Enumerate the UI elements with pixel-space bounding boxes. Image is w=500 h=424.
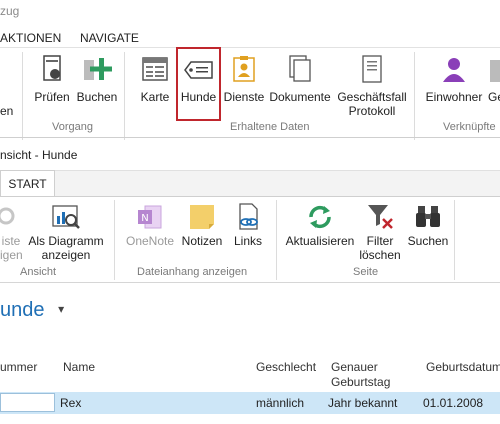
link-document-icon [228, 202, 268, 232]
menu-navigate[interactable]: NAVIGATE [80, 31, 139, 45]
disabled-cut-label-1: iste [1, 234, 21, 248]
tab-start-label: START [8, 177, 47, 191]
group-dateianhang: Dateianhang anzeigen [137, 266, 248, 278]
magnifier-disabled-icon [0, 202, 22, 232]
plus-icon [76, 54, 118, 84]
filter-loeschen-button[interactable]: Filter löschen [358, 202, 402, 262]
als-diagramm-label-2: anzeigen [41, 248, 91, 262]
tag-icon [178, 54, 219, 84]
onenote-icon: N [124, 202, 176, 232]
group-seite: Seite [353, 266, 379, 278]
buchen-button[interactable]: Buchen [76, 54, 118, 104]
notebook-icon [336, 54, 408, 84]
hunde-button[interactable]: Hunde [178, 54, 219, 104]
header-genauer-line2: Geburtstag [331, 375, 391, 389]
card-icon [137, 54, 173, 84]
geschaeftsfall-label-1: Geschäftsfall [337, 90, 407, 104]
person-icon [424, 54, 484, 84]
header-nummer[interactable]: ummer [0, 360, 37, 375]
table-row[interactable]: Rex männlich Jahr bekannt 01.01.2008 [0, 392, 500, 414]
einwohner-label: Einwohner [425, 90, 483, 104]
group-ansicht: Ansicht [20, 266, 57, 278]
nummer-cell-input[interactable] [0, 393, 55, 412]
geschaeftsfall-protokoll-button[interactable]: Geschäftsfall Protokoll [336, 54, 408, 118]
filter-clear-icon [358, 202, 402, 232]
binoculars-icon [406, 202, 450, 232]
child-window-title: nsicht - Hunde [0, 148, 78, 162]
suchen-label: Suchen [407, 234, 449, 248]
notizen-button[interactable]: Notizen [179, 202, 225, 248]
als-diagramm-button[interactable]: Als Diagramm anzeigen [28, 202, 104, 262]
einwohner-button[interactable]: Einwohner [424, 54, 484, 104]
list-title[interactable]: unde ▾ [0, 298, 64, 324]
links-label: Links [233, 234, 262, 248]
dienste-label: Dienste [223, 90, 265, 104]
svg-text:N: N [141, 213, 148, 224]
onenote-label: OneNote [125, 234, 175, 248]
hunde-label: Hunde [180, 90, 217, 104]
als-diagramm-label-1: Als Diagramm [28, 234, 104, 248]
notizen-label: Notizen [181, 234, 223, 248]
onenote-button[interactable]: N OneNote [124, 202, 176, 248]
geschaeftsfall-label-2: Protokoll [348, 104, 396, 118]
menu-aktionen[interactable]: AKTIONEN [0, 31, 61, 45]
window-title: zug [0, 4, 20, 18]
karte-button[interactable]: Karte [137, 54, 173, 104]
ribbon-cut-label[interactable]: en [0, 104, 13, 118]
header-geschlecht[interactable]: Geschlecht [256, 360, 316, 375]
dokumente-label: Dokumente [269, 90, 331, 104]
disabled-cut-label-2: igen [0, 248, 23, 262]
header-genauer-geburtstag[interactable]: Genauer Geburtstag [331, 360, 390, 390]
chart-magnifier-icon [28, 202, 104, 232]
header-name[interactable]: Name [63, 360, 95, 375]
dienste-button[interactable]: Dienste [222, 54, 266, 104]
child-tab-strip [0, 170, 500, 197]
cell-name[interactable]: Rex [60, 396, 81, 410]
group-verknuepfte: Verknüpfte [443, 121, 496, 133]
aktualisieren-button[interactable]: Aktualisieren [284, 202, 356, 248]
links-button[interactable]: Links [228, 202, 268, 248]
filter-label-1: Filter [366, 234, 394, 248]
cell-genauer-geburtstag: Jahr bekannt [328, 396, 398, 410]
suchen-button[interactable]: Suchen [406, 202, 450, 248]
aktualisieren-label: Aktualisieren [285, 234, 355, 248]
check-document-icon [32, 54, 72, 84]
cell-geschlecht: männlich [256, 396, 305, 410]
karte-label: Karte [140, 90, 170, 104]
cut-right-button[interactable]: Ge [488, 90, 500, 104]
disabled-cut-button[interactable]: iste igen [0, 202, 23, 262]
sticky-note-icon [179, 202, 225, 232]
dokumente-button[interactable]: Dokumente [269, 54, 331, 104]
documents-icon [269, 54, 331, 84]
list-title-label: unde [0, 299, 45, 321]
tab-start[interactable]: START [0, 170, 55, 196]
group-vorgang: Vorgang [52, 121, 93, 133]
chevron-down-icon[interactable]: ▾ [58, 302, 64, 316]
cell-geburtsdatum: 01.01.2008 [423, 396, 484, 410]
pruefen-button[interactable]: Prüfen [32, 54, 72, 104]
buchen-label: Buchen [76, 90, 118, 104]
header-genauer-line1: Genauer [331, 360, 378, 374]
refresh-icon [284, 202, 356, 232]
cut-right-icon [488, 56, 500, 89]
filter-label-2: löschen [359, 248, 401, 262]
group-erhaltene-daten: Erhaltene Daten [230, 121, 310, 133]
clipboard-person-icon [222, 54, 266, 84]
header-geburtsdatum[interactable]: Geburtsdatum [426, 360, 500, 375]
pruefen-label: Prüfen [34, 90, 70, 104]
